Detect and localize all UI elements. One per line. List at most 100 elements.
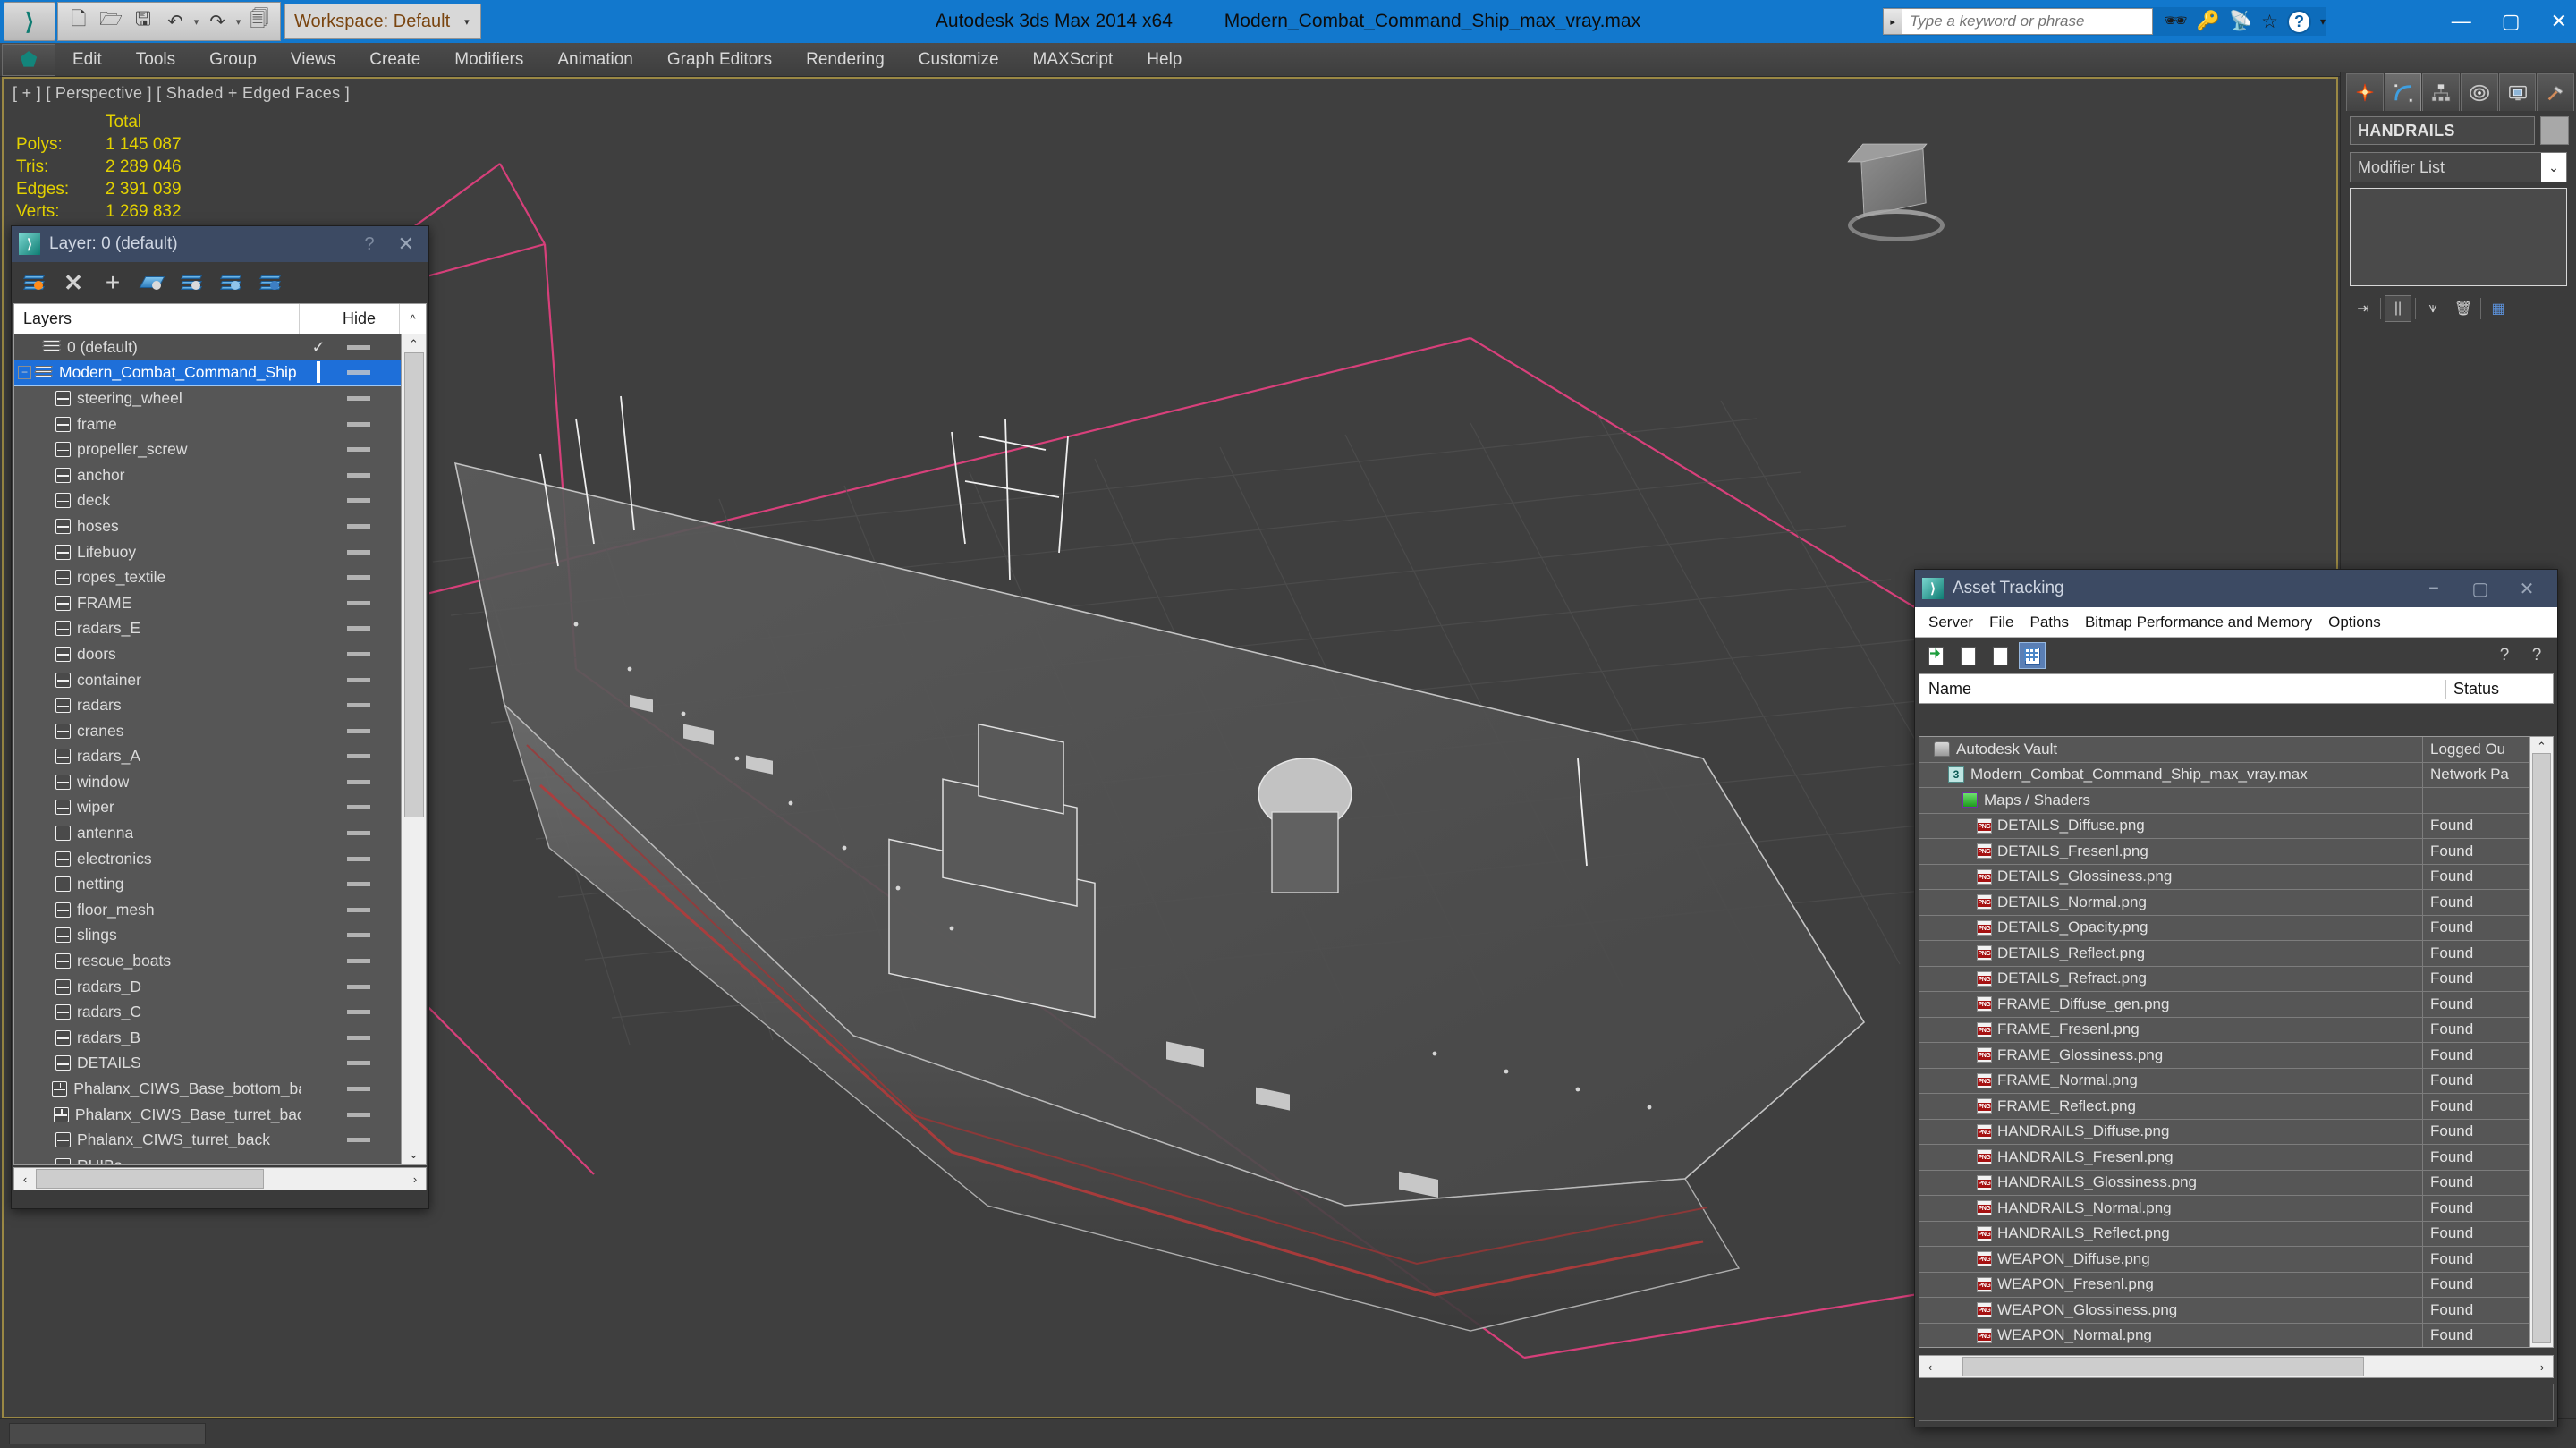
workspace-selector[interactable]: Workspace: Default ▾ [284,4,481,39]
at-menu-paths[interactable]: Paths [2021,607,2076,638]
refresh-assets-button[interactable] [1922,642,1949,669]
layer-row[interactable]: doors [14,641,401,667]
hide-toggle[interactable] [336,626,401,631]
key-icon[interactable]: 🔑 [2197,11,2220,32]
hide-toggle[interactable] [336,344,401,350]
asset-row[interactable]: FRAME_Reflect.png Found [1919,1094,2529,1120]
asset-row[interactable]: DETAILS_Refract.png Found [1919,966,2529,992]
layer-row[interactable]: FRAME [14,590,401,616]
hide-toggle[interactable] [336,600,401,605]
scrollbar-thumb[interactable] [404,352,424,817]
layer-row[interactable]: RHIBs [14,1153,401,1164]
remove-modifier-button[interactable]: 🗑 [2450,295,2477,322]
layer-row[interactable]: radars_E [14,616,401,642]
layer-row[interactable]: 0 (default) ✓ [14,334,401,360]
layer-row[interactable]: frame [14,411,401,437]
scroll-up-icon[interactable]: ⌃ [409,337,419,351]
view-cube-body[interactable] [1860,148,1927,217]
layer-dialog-titlebar[interactable]: ⟩ Layer: 0 (default) ? ✕ [12,226,428,262]
asset-row[interactable]: WEAPON_Glossiness.png Found [1919,1298,2529,1324]
project-folder-icon[interactable]: 🗐 [244,5,275,38]
layer-row[interactable]: cranes [14,718,401,744]
layer-row[interactable]: container [14,667,401,693]
asset-row[interactable]: FRAME_Fresenl.png Found [1919,1017,2529,1043]
asset-row[interactable]: DETAILS_Diffuse.png Found [1919,813,2529,839]
scrollbar-track[interactable] [36,1168,404,1190]
chevron-down-icon[interactable]: ⌄ [2541,153,2566,182]
save-file-icon[interactable]: 🖫 [128,5,158,38]
layer-row[interactable]: rescue_boats [14,948,401,974]
highlight-object-layer-button[interactable] [216,267,246,298]
asset-tracking-dialog[interactable]: ⟩ Asset Tracking − ▢ ✕ Server File Paths… [1914,569,2558,1427]
layer-row[interactable]: steering_wheel [14,385,401,411]
menu-help[interactable]: Help [1130,43,1199,77]
scrollbar-thumb[interactable] [1962,1357,2364,1376]
asset-row[interactable]: WEAPON_Diffuse.png Found [1919,1247,2529,1273]
hide-toggle[interactable] [336,1087,401,1092]
menu-create[interactable]: Create [352,43,437,77]
help-icon[interactable]: ? [2286,9,2311,34]
layer-row[interactable]: hoses [14,513,401,539]
star-icon[interactable]: ☆ [2261,11,2278,33]
hide-toggle[interactable] [336,984,401,989]
redo-icon[interactable]: ↷ [202,5,233,38]
asset-row[interactable]: HANDRAILS_Normal.png Found [1919,1196,2529,1222]
object-color-swatch[interactable] [2540,116,2569,145]
layer-row[interactable]: propeller_screw [14,436,401,462]
hide-toggle[interactable] [336,677,401,682]
current-layer-check-icon[interactable]: ✓ [301,338,336,357]
scrollbar-thumb[interactable] [36,1169,265,1189]
redo-dropdown-icon[interactable]: ▾ [234,16,242,28]
asset-row[interactable]: DETAILS_Glossiness.png Found [1919,864,2529,890]
hide-toggle[interactable] [336,447,401,453]
hide-toggle[interactable] [336,1061,401,1066]
layer-row[interactable]: DETAILS [14,1051,401,1077]
asset-row[interactable]: HANDRAILS_Glossiness.png Found [1919,1170,2529,1196]
hide-toggle[interactable] [336,370,401,376]
scroll-down-icon[interactable]: ⌄ [409,1147,419,1162]
layer-row[interactable]: slings [14,923,401,949]
scroll-up-icon[interactable]: ^ [399,304,426,334]
hide-toggle[interactable] [336,651,401,656]
hide-toggle[interactable] [336,907,401,912]
new-file-icon[interactable]: 🗋 [64,5,94,38]
maximize-icon[interactable]: ▢ [2502,10,2521,33]
asset-row[interactable]: FRAME_Glossiness.png Found [1919,1043,2529,1069]
view-cube-compass-ring[interactable] [1848,209,1945,241]
menu-views[interactable]: Views [274,43,352,77]
app-logo-button[interactable]: ⟩ [4,2,55,41]
menu-modifiers[interactable]: Modifiers [437,43,540,77]
layer-row[interactable]: floor_mesh [14,897,401,923]
close-icon[interactable]: ✕ [398,233,414,256]
asset-tracking-titlebar[interactable]: ⟩ Asset Tracking − ▢ ✕ [1915,570,2557,607]
select-highlighted-layers-button[interactable] [176,267,207,298]
undo-dropdown-icon[interactable]: ▾ [192,16,200,28]
modifier-list-dropdown[interactable]: Modifier List ⌄ [2350,152,2567,182]
menu-maxscript[interactable]: MAXScript [1016,43,1131,77]
hide-toggle[interactable] [336,933,401,938]
menu-animation[interactable]: Animation [540,43,650,77]
hide-toggle[interactable] [336,1138,401,1143]
search-input[interactable] [1902,8,2154,35]
menu-customize[interactable]: Customize [902,43,1016,77]
layer-row[interactable]: ropes_textile [14,564,401,590]
asset-row[interactable]: FRAME_Normal.png Found [1919,1068,2529,1094]
select-objects-in-layer-button[interactable] [137,267,167,298]
hide-toggle[interactable] [336,831,401,836]
menu-graph-editors[interactable]: Graph Editors [650,43,789,77]
scroll-left-icon[interactable]: ‹ [1919,1360,1941,1374]
layer-row[interactable]: − Modern_Combat_Command_Ship [14,359,401,387]
help-dropdown-icon[interactable]: ▾ [2320,15,2326,28]
asset-vertical-scrollbar[interactable]: ⌃ ⌄ [2529,737,2553,1347]
create-new-layer-button[interactable] [19,267,49,298]
asset-row[interactable]: Maps / Shaders [1919,788,2529,814]
at-menu-file[interactable]: File [1981,607,2021,638]
layer-row[interactable]: radars_B [14,1025,401,1051]
satellite-icon[interactable]: 📡 [2229,11,2252,32]
layer-dialog[interactable]: ⟩ Layer: 0 (default) ? ✕ ✕ + Layers Hide… [11,225,429,1209]
grid-view-button[interactable] [2019,642,2046,669]
delete-layer-button[interactable]: ✕ [58,267,89,298]
hide-toggle[interactable] [336,1010,401,1015]
help-add-button[interactable]: ? [2491,642,2518,669]
hide-toggle[interactable] [336,1112,401,1117]
